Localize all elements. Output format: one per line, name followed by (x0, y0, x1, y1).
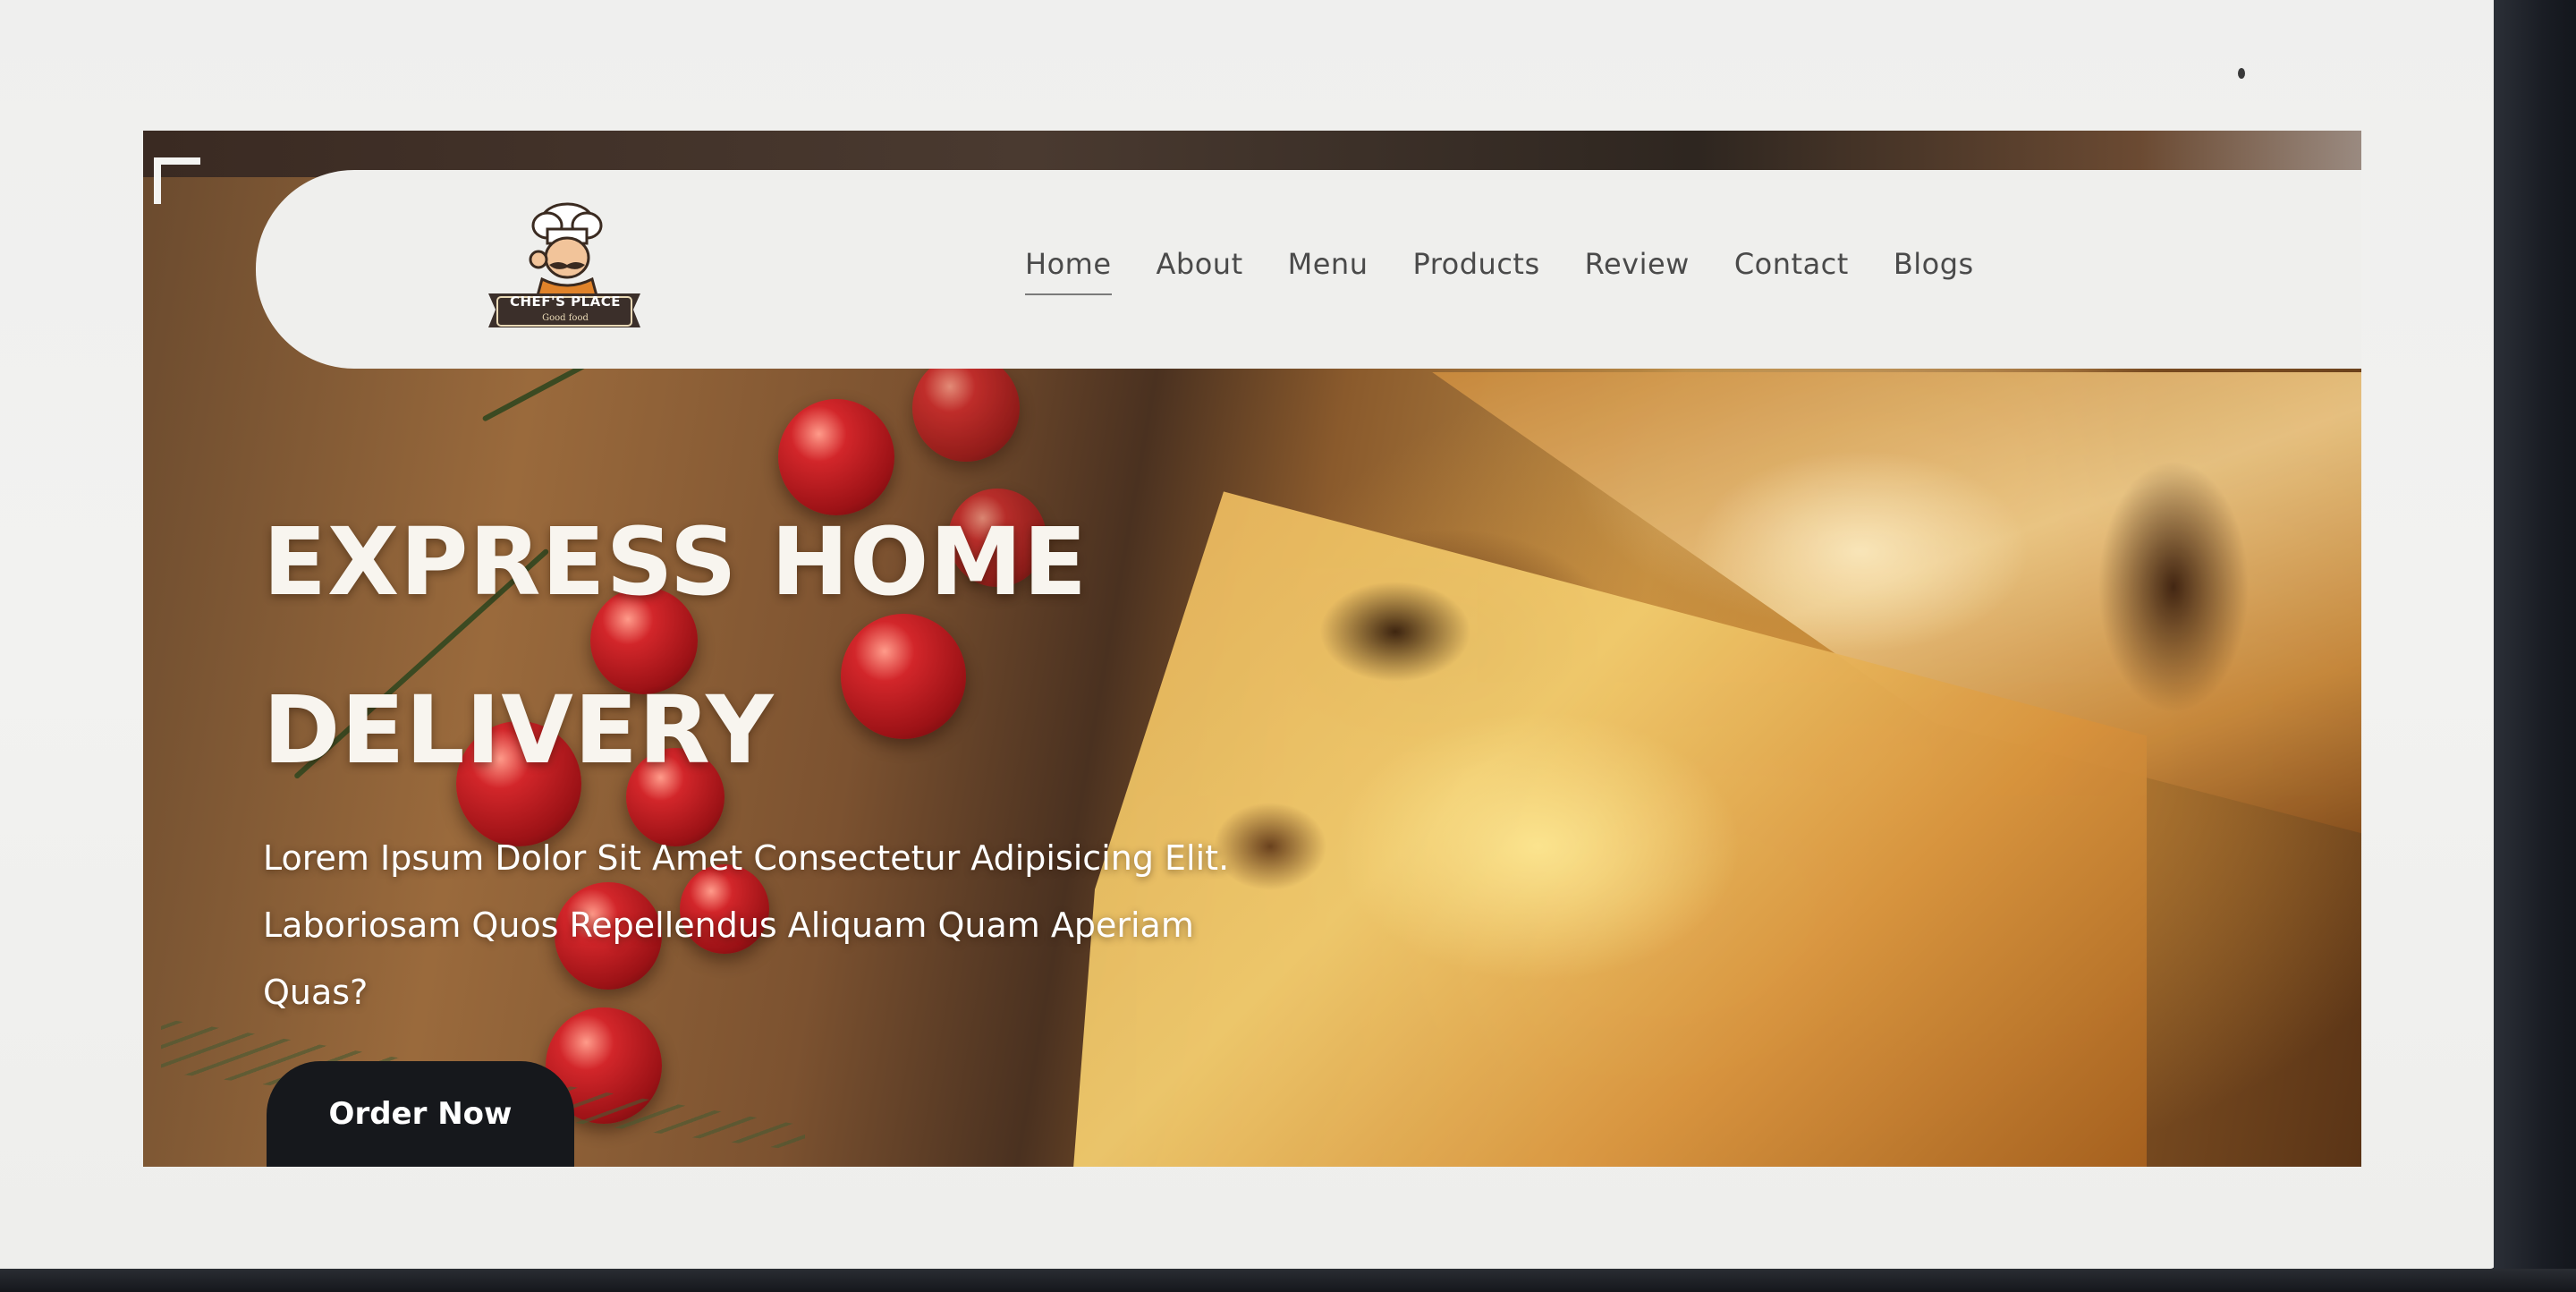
hero-description-line-2: Laboriosam Quos Repellendus Aliquam Quam… (263, 905, 1194, 945)
monitor-bezel-right (2494, 0, 2576, 1292)
monitor-screen: CHEF'S PLACE Good food Home About Menu P… (0, 0, 2496, 1269)
screen-speck (2238, 68, 2245, 79)
hero-description: Lorem Ipsum Dolor Sit Amet Consectetur A… (263, 825, 1336, 1026)
hero-title: EXPRESS HOME DELIVERY (263, 478, 1247, 814)
nav-link-contact[interactable]: Contact (1734, 247, 1849, 281)
corner-bracket (154, 157, 200, 204)
hero-title-line-2: DELIVERY (263, 676, 775, 785)
logo-subtext: Good food (542, 313, 589, 323)
nav-link-blogs[interactable]: Blogs (1894, 247, 1974, 281)
logo[interactable]: CHEF'S PLACE Good food (479, 193, 649, 347)
tomato (912, 354, 1020, 462)
hero-title-line-1: EXPRESS HOME (263, 507, 1088, 616)
nav-link-home[interactable]: Home (1025, 247, 1112, 295)
navbar: CHEF'S PLACE Good food Home About Menu P… (256, 170, 2361, 369)
nav-link-menu[interactable]: Menu (1288, 247, 1368, 281)
hero-description-line-1: Lorem Ipsum Dolor Sit Amet Consectetur A… (263, 838, 1230, 878)
nav-link-products[interactable]: Products (1412, 247, 1539, 281)
order-now-button[interactable]: Order Now (267, 1061, 574, 1167)
nav-link-about[interactable]: About (1157, 247, 1243, 281)
chef-mascot-icon (488, 202, 640, 327)
hero-description-line-3: Quas? (263, 973, 369, 1012)
nav-links: Home About Menu Products Review Contact … (1025, 247, 1974, 295)
monitor-bezel-bottom (0, 1269, 2576, 1292)
logo-text: CHEF'S PLACE (509, 293, 622, 310)
nav-link-review[interactable]: Review (1585, 247, 1690, 281)
